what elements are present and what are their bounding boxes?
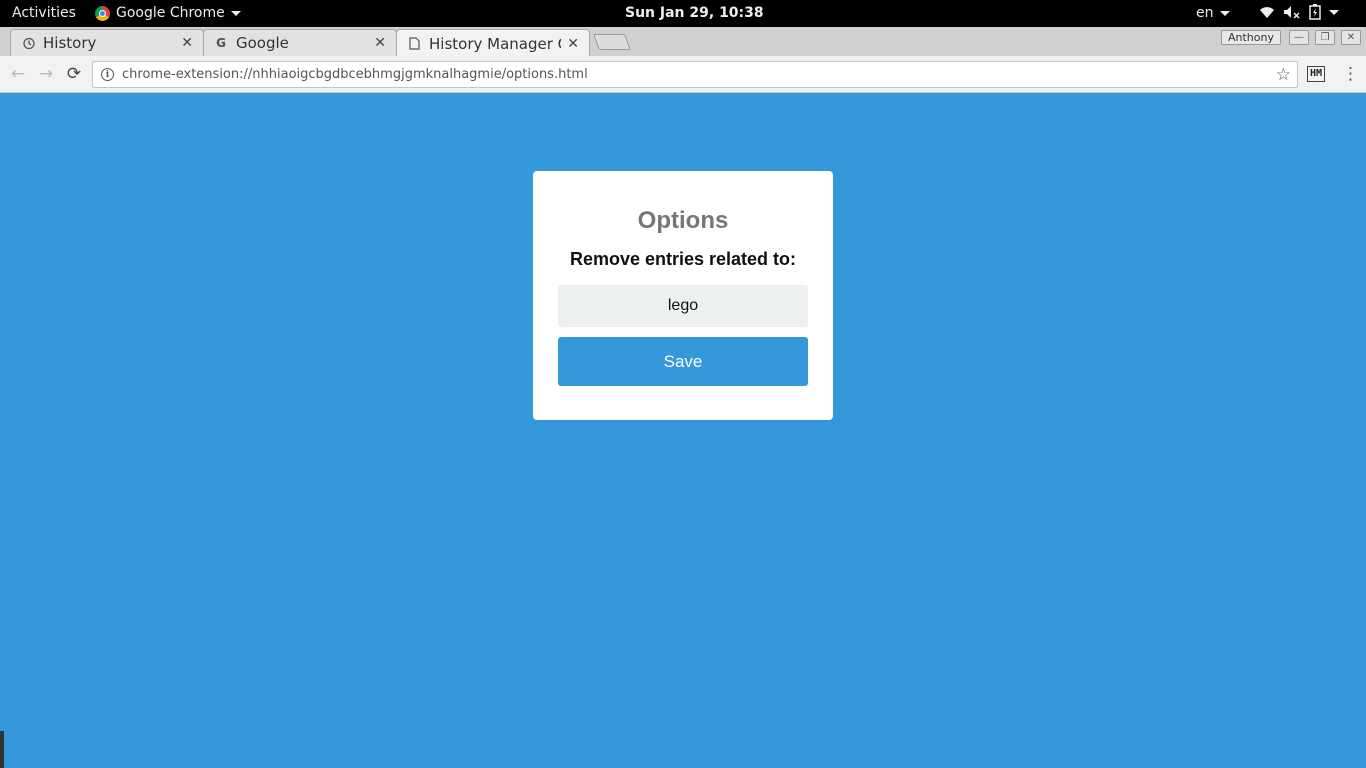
- back-arrow-icon[interactable]: ←: [8, 64, 28, 84]
- system-top-bar: Activities Google Chrome Sun Jan 29, 10:…: [0, 0, 1366, 27]
- address-bar[interactable]: i chrome-extension://nhhiaoigcbgdbcebhmg…: [92, 61, 1298, 88]
- language-selector[interactable]: en: [1196, 5, 1230, 21]
- tab-history-manager-options[interactable]: History Manager Op ✕: [396, 29, 590, 57]
- app-menu[interactable]: Google Chrome: [95, 5, 241, 21]
- options-page: Options Remove entries related to: Save: [0, 93, 1366, 768]
- tab-title: History: [43, 34, 97, 52]
- chevron-down-icon: [230, 10, 241, 16]
- wifi-icon: [1259, 5, 1275, 19]
- tab-title: Google: [236, 34, 289, 52]
- google-icon: G: [214, 36, 228, 50]
- page-title: Options: [637, 207, 729, 234]
- url-text[interactable]: chrome-extension://nhhiaoigcbgdbcebhmgjg…: [122, 67, 1276, 82]
- tab-google[interactable]: G Google ✕: [203, 29, 397, 56]
- dock-edge: [0, 731, 4, 768]
- reload-icon[interactable]: ⟳: [64, 64, 84, 84]
- close-icon[interactable]: ✕: [567, 36, 579, 52]
- page-icon: [407, 37, 421, 51]
- system-tray[interactable]: [1259, 4, 1339, 20]
- options-card: Options Remove entries related to: Save: [533, 171, 833, 420]
- history-icon: [21, 36, 35, 50]
- battery-icon: [1309, 4, 1321, 20]
- volume-muted-icon: [1283, 5, 1301, 19]
- history-manager-extension-icon[interactable]: HM: [1307, 66, 1325, 82]
- tab-history[interactable]: History ✕: [10, 29, 204, 56]
- remove-entries-label: Remove entries related to:: [569, 249, 797, 269]
- clock[interactable]: Sun Jan 29, 10:38: [625, 5, 764, 21]
- restore-icon[interactable]: ❐: [1315, 30, 1335, 45]
- menu-dots-icon[interactable]: ⋮: [1342, 64, 1359, 84]
- keyword-input[interactable]: [558, 285, 808, 327]
- activities-button[interactable]: Activities: [12, 5, 76, 21]
- tab-strip: History ✕ G Google ✕ History Manager Op …: [0, 27, 1366, 57]
- forward-arrow-icon[interactable]: →: [36, 64, 56, 84]
- chevron-down-icon: [1329, 9, 1339, 15]
- language-label: en: [1196, 5, 1214, 21]
- bookmark-star-icon[interactable]: ☆: [1276, 65, 1291, 85]
- chrome-icon: [95, 5, 110, 21]
- chevron-down-icon: [1219, 10, 1230, 16]
- info-icon[interactable]: i: [101, 68, 114, 81]
- new-tab-button[interactable]: [593, 34, 631, 50]
- close-icon[interactable]: ✕: [374, 35, 386, 51]
- browser-toolbar: ← → ⟳ i chrome-extension://nhhiaoigcbgdb…: [0, 56, 1366, 93]
- close-window-icon[interactable]: ✕: [1341, 30, 1361, 45]
- app-menu-label: Google Chrome: [116, 5, 225, 21]
- minimize-icon[interactable]: —: [1289, 30, 1309, 45]
- save-button[interactable]: Save: [558, 337, 808, 386]
- tab-title: History Manager Op: [429, 34, 561, 53]
- profile-button[interactable]: Anthony: [1221, 30, 1281, 45]
- close-icon[interactable]: ✕: [181, 35, 193, 51]
